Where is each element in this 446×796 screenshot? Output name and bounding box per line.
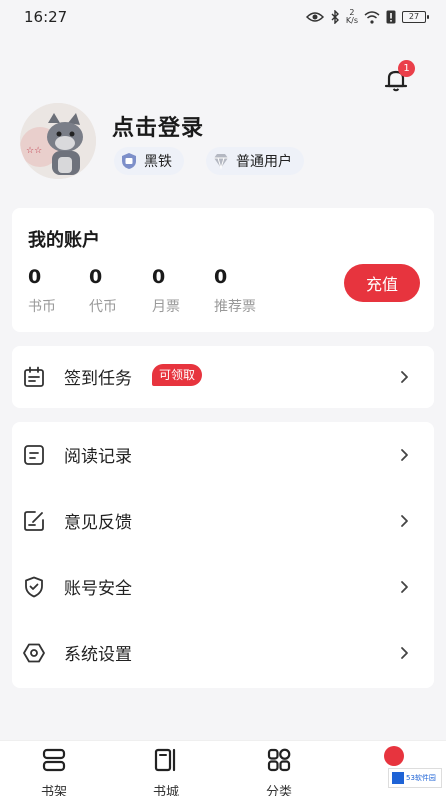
cat-avatar-image: ☆☆	[20, 103, 96, 179]
menu-item-label: 意见反馈	[64, 513, 132, 533]
chevron-right-icon	[401, 371, 408, 383]
stat-value: 0	[89, 266, 103, 288]
avatar[interactable]: ☆☆	[20, 103, 96, 179]
account-card: 我的账户 0 书币 0 代币 0 月票 0 推荐票 充值	[12, 208, 434, 332]
chevron-right-icon	[401, 581, 408, 593]
status-time: 16:27	[24, 8, 68, 26]
watermark-logo: 53软件园	[388, 768, 442, 788]
stat-monthly-tickets[interactable]: 0 月票	[152, 266, 180, 316]
user-type-badge-label: 普通用户	[236, 154, 292, 170]
reading-history-icon	[24, 445, 44, 465]
menu-item-feedback[interactable]: 意见反馈	[12, 488, 434, 554]
checkin-task-label: 签到任务	[64, 369, 132, 389]
user-type-badge: 普通用户	[206, 147, 304, 175]
chevron-right-icon	[401, 515, 408, 527]
eye-icon	[305, 12, 324, 22]
settings-hexagon-icon	[23, 643, 45, 663]
level-badge: 黑铁	[114, 147, 184, 175]
tab-me-icon[interactable]	[384, 746, 404, 766]
stat-label: 月票	[152, 299, 180, 315]
calendar-icon	[24, 366, 44, 387]
login-prompt[interactable]: 点击登录	[112, 110, 204, 142]
stat-value: 0	[214, 266, 228, 288]
watermark-logo-icon	[392, 772, 404, 784]
checkin-task-row[interactable]: 签到任务 可领取	[12, 344, 434, 410]
stat-value: 0	[28, 266, 42, 288]
menu-item-label: 账号安全	[64, 579, 132, 599]
menu-item-label: 系统设置	[64, 645, 132, 665]
watermark-text: 53软件园	[406, 774, 436, 782]
sim-alert-icon	[386, 10, 396, 24]
battery-indicator: 27	[402, 11, 429, 23]
feedback-icon	[24, 511, 44, 531]
grid-icon	[267, 748, 291, 772]
chevron-right-icon	[401, 449, 408, 461]
svg-text:☆☆: ☆☆	[26, 146, 42, 156]
network-speed: 2 K/s	[345, 8, 358, 25]
recharge-button[interactable]: 充值	[344, 264, 420, 302]
status-bar: 16:27 2 K/s 27	[0, 0, 446, 34]
stat-label: 推荐票	[214, 299, 256, 315]
menu-item-account-security[interactable]: 账号安全	[12, 554, 434, 620]
stat-label: 代币	[89, 299, 117, 315]
diamond-icon	[212, 152, 230, 170]
menu-item-system-settings[interactable]: 系统设置	[12, 620, 434, 686]
menu-card: 阅读记录 意见反馈 账号安全 系统设置	[12, 422, 434, 688]
bottom-tab-bar: 书架 书城 分类	[0, 740, 446, 796]
bluetooth-icon	[331, 10, 339, 24]
tab-label: 书架	[40, 785, 67, 796]
status-icons: 2 K/s 27	[305, 8, 429, 25]
tab-bookstore[interactable]: 书城	[136, 747, 196, 796]
tab-categories[interactable]: 分类	[249, 747, 309, 796]
wifi-icon	[364, 10, 380, 24]
notification-badge: 1	[398, 60, 415, 77]
stat-value: 0	[152, 266, 166, 288]
stat-book-coins[interactable]: 0 书币	[28, 266, 56, 316]
bookshelf-icon	[42, 748, 66, 772]
tab-label: 书城	[152, 785, 179, 796]
menu-item-reading-history[interactable]: 阅读记录	[12, 422, 434, 488]
stat-tokens[interactable]: 0 代币	[89, 266, 117, 316]
bookstore-icon	[154, 748, 176, 772]
tab-label: 分类	[265, 785, 292, 796]
iron-rank-icon	[120, 152, 138, 170]
stat-label: 书币	[28, 299, 56, 315]
claimable-badge: 可领取	[152, 364, 203, 386]
chevron-right-icon	[401, 647, 408, 659]
tab-bookshelf[interactable]: 书架	[24, 747, 84, 796]
stat-recommend-tickets[interactable]: 0 推荐票	[214, 266, 256, 316]
level-badge-label: 黑铁	[144, 154, 172, 170]
account-title: 我的账户	[28, 230, 100, 251]
shield-check-icon	[25, 576, 43, 598]
checkin-card: 签到任务 可领取	[12, 346, 434, 408]
menu-item-label: 阅读记录	[64, 447, 132, 467]
